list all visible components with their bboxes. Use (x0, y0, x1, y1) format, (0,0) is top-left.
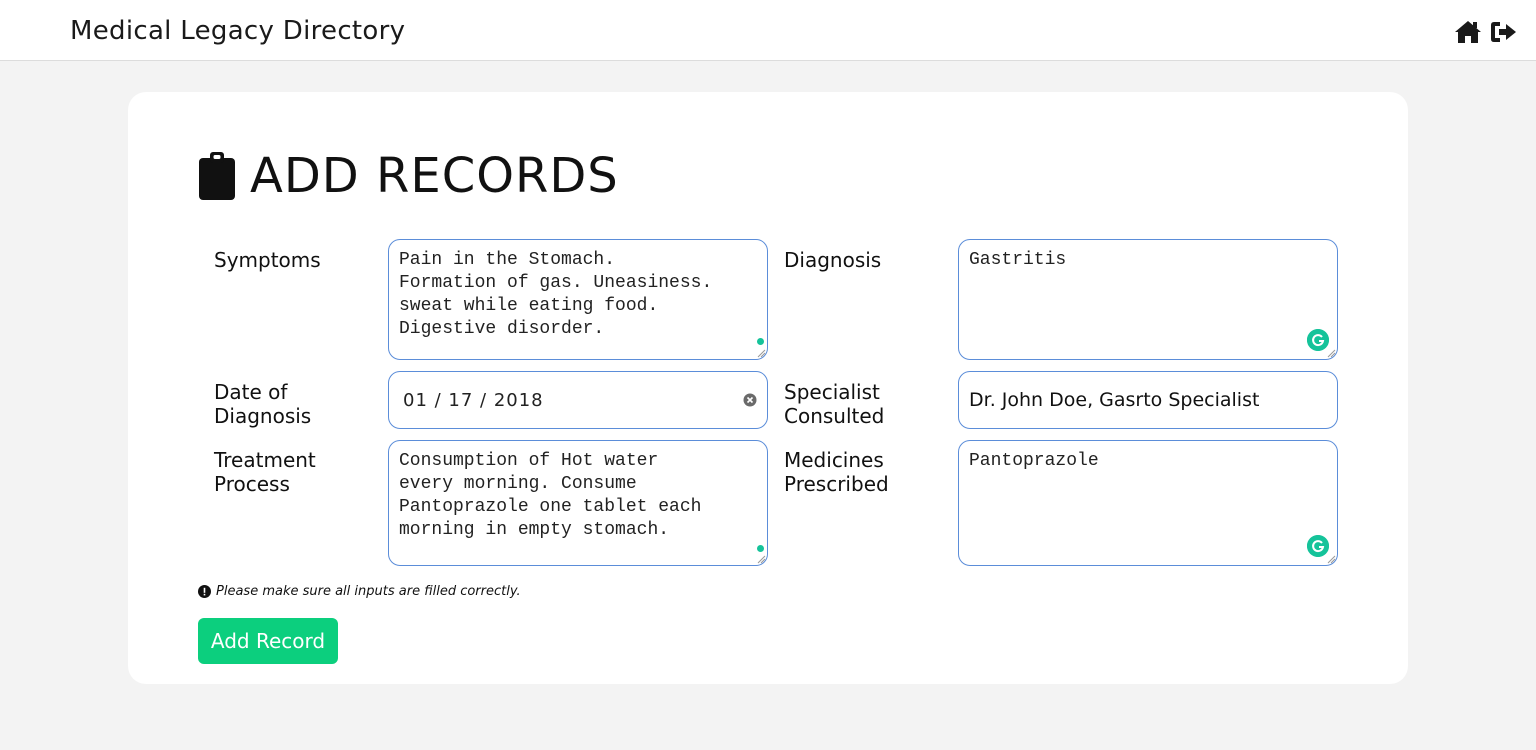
app-title[interactable]: Medical Legacy Directory (70, 16, 405, 46)
exclamation-circle-icon (198, 585, 211, 598)
treatment-process-field[interactable] (388, 440, 768, 566)
resize-handle-icon[interactable] (1327, 555, 1336, 564)
clipboard-icon (198, 151, 236, 201)
specialist-input[interactable] (959, 372, 1337, 428)
add-record-button[interactable]: Add Record (198, 618, 338, 664)
resize-handle-icon[interactable] (757, 349, 766, 358)
sign-out-icon[interactable] (1490, 19, 1518, 45)
resize-handle-icon[interactable] (757, 555, 766, 564)
symptoms-field[interactable] (388, 239, 768, 360)
symptoms-label: Symptoms (214, 248, 321, 272)
grammarly-icon[interactable] (1307, 535, 1329, 557)
treatment-process-label: Treatment Process (214, 448, 316, 496)
symptoms-textarea[interactable] (389, 240, 767, 359)
medicines-textarea[interactable] (959, 441, 1337, 565)
diagnosis-label: Diagnosis (784, 248, 882, 272)
add-record-card: ADD RECORDS Symptoms Diagnosis Date of D… (128, 92, 1408, 684)
top-navbar: Medical Legacy Directory (0, 0, 1536, 61)
date-of-diagnosis-label: Date of Diagnosis (214, 380, 312, 428)
diagnosis-textarea[interactable] (959, 240, 1337, 359)
grammarly-icon[interactable] (1307, 329, 1329, 351)
clear-icon[interactable] (743, 393, 757, 407)
page-heading: ADD RECORDS (198, 148, 619, 204)
home-icon[interactable] (1454, 19, 1482, 45)
date-of-diagnosis-field[interactable] (388, 371, 768, 429)
treatment-textarea[interactable] (389, 441, 767, 565)
specialist-consulted-field[interactable] (958, 371, 1338, 429)
grammarly-dot-icon (757, 338, 764, 345)
date-input[interactable] (389, 372, 767, 428)
medicines-prescribed-field[interactable] (958, 440, 1338, 566)
medicines-prescribed-label: Medicines Prescribed (784, 448, 889, 496)
page-title: ADD RECORDS (250, 148, 619, 204)
resize-handle-icon[interactable] (1327, 349, 1336, 358)
specialist-consulted-label: Specialist Consulted (784, 380, 885, 428)
grammarly-dot-icon (757, 545, 764, 552)
validation-note-text: Please make sure all inputs are filled c… (216, 584, 521, 599)
validation-note: Please make sure all inputs are filled c… (198, 584, 521, 599)
diagnosis-field[interactable] (958, 239, 1338, 360)
navbar-actions (1454, 19, 1518, 45)
